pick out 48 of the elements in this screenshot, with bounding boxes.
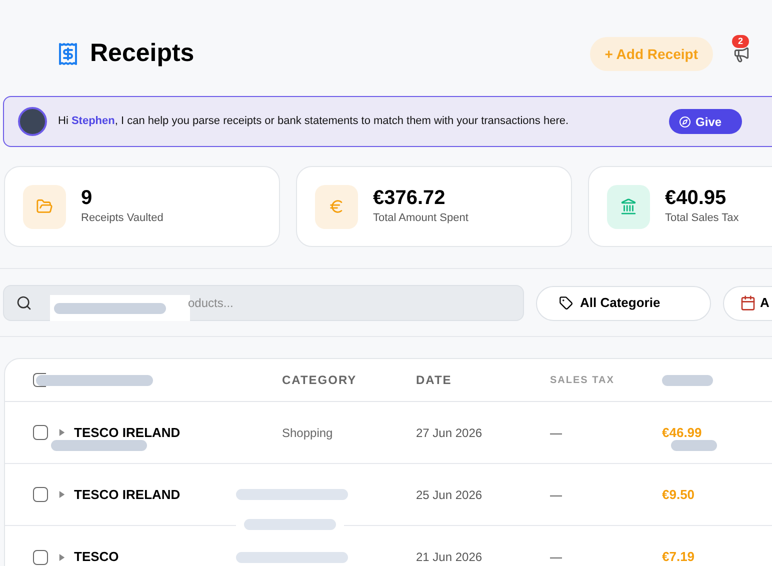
category-text: Shopping (282, 424, 334, 442)
table-row[interactable]: TESCO IRELAND Shopping 27 Jun 2026 — €46.99 (5, 402, 772, 464)
page-title: Receipts (90, 38, 194, 70)
row-checkbox[interactable] (33, 550, 48, 564)
tag-icon (559, 296, 573, 310)
notification-badge: 2 (732, 34, 750, 48)
skeleton-bar (662, 374, 713, 386)
date-text: 27 Jun 2026 (416, 424, 484, 442)
row-checkbox[interactable] (33, 487, 48, 502)
receipt-icon (56, 41, 80, 67)
expand-caret-icon[interactable] (59, 491, 65, 498)
date-filter-button[interactable]: A (723, 286, 772, 320)
merchant-name: TESCO IRELAND (74, 486, 180, 502)
megaphone-icon[interactable] (733, 46, 750, 62)
search-placeholder: oducts... (188, 295, 234, 312)
euro-icon (328, 198, 345, 215)
banner-message: Hi Stephen, I can help you parse receipts or bank statements to match them with your transactions here. (58, 114, 569, 130)
table-row[interactable]: TESCO 21 Jun 2026 — €7.19 (5, 526, 772, 566)
category-filter-button[interactable]: All Categorie (536, 286, 711, 320)
date-text: 25 Jun 2026 (416, 486, 484, 504)
amount-text: €9.50 (662, 486, 695, 502)
expand-caret-icon[interactable] (59, 429, 65, 436)
bank-icon (620, 198, 637, 215)
expand-caret-icon[interactable] (59, 554, 65, 560)
column-header[interactable]: CATEGORY (282, 371, 416, 389)
row-checkbox[interactable] (33, 425, 48, 440)
stat-value: €376.72 (373, 186, 446, 210)
sales-tax-text: — (550, 549, 563, 566)
skeleton-bar (671, 440, 717, 450)
stat-label: Total Amount Spent (373, 211, 468, 226)
stat-label: Total Sales Tax (665, 211, 739, 226)
merchant-name: TESCO IRELAND (74, 424, 180, 440)
column-header[interactable]: DATE (416, 371, 550, 389)
search-icon (16, 295, 32, 311)
stat-value: 9 (81, 186, 94, 210)
stat-label: Receipts Vaulted (81, 211, 164, 226)
avatar (18, 107, 47, 136)
date-text: 21 Jun 2026 (416, 549, 484, 566)
give-button[interactable]: Give (668, 109, 742, 134)
merchant-name: TESCO (74, 549, 119, 564)
sales-tax-text: — (550, 486, 563, 504)
sales-tax-text: — (550, 424, 563, 442)
amount-text: €7.19 (662, 549, 695, 564)
folder-icon (36, 198, 53, 215)
amount-text: €46.99 (662, 424, 702, 440)
stat-value: €40.95 (665, 186, 728, 210)
compass-icon (678, 116, 691, 128)
calendar-icon (740, 295, 756, 311)
